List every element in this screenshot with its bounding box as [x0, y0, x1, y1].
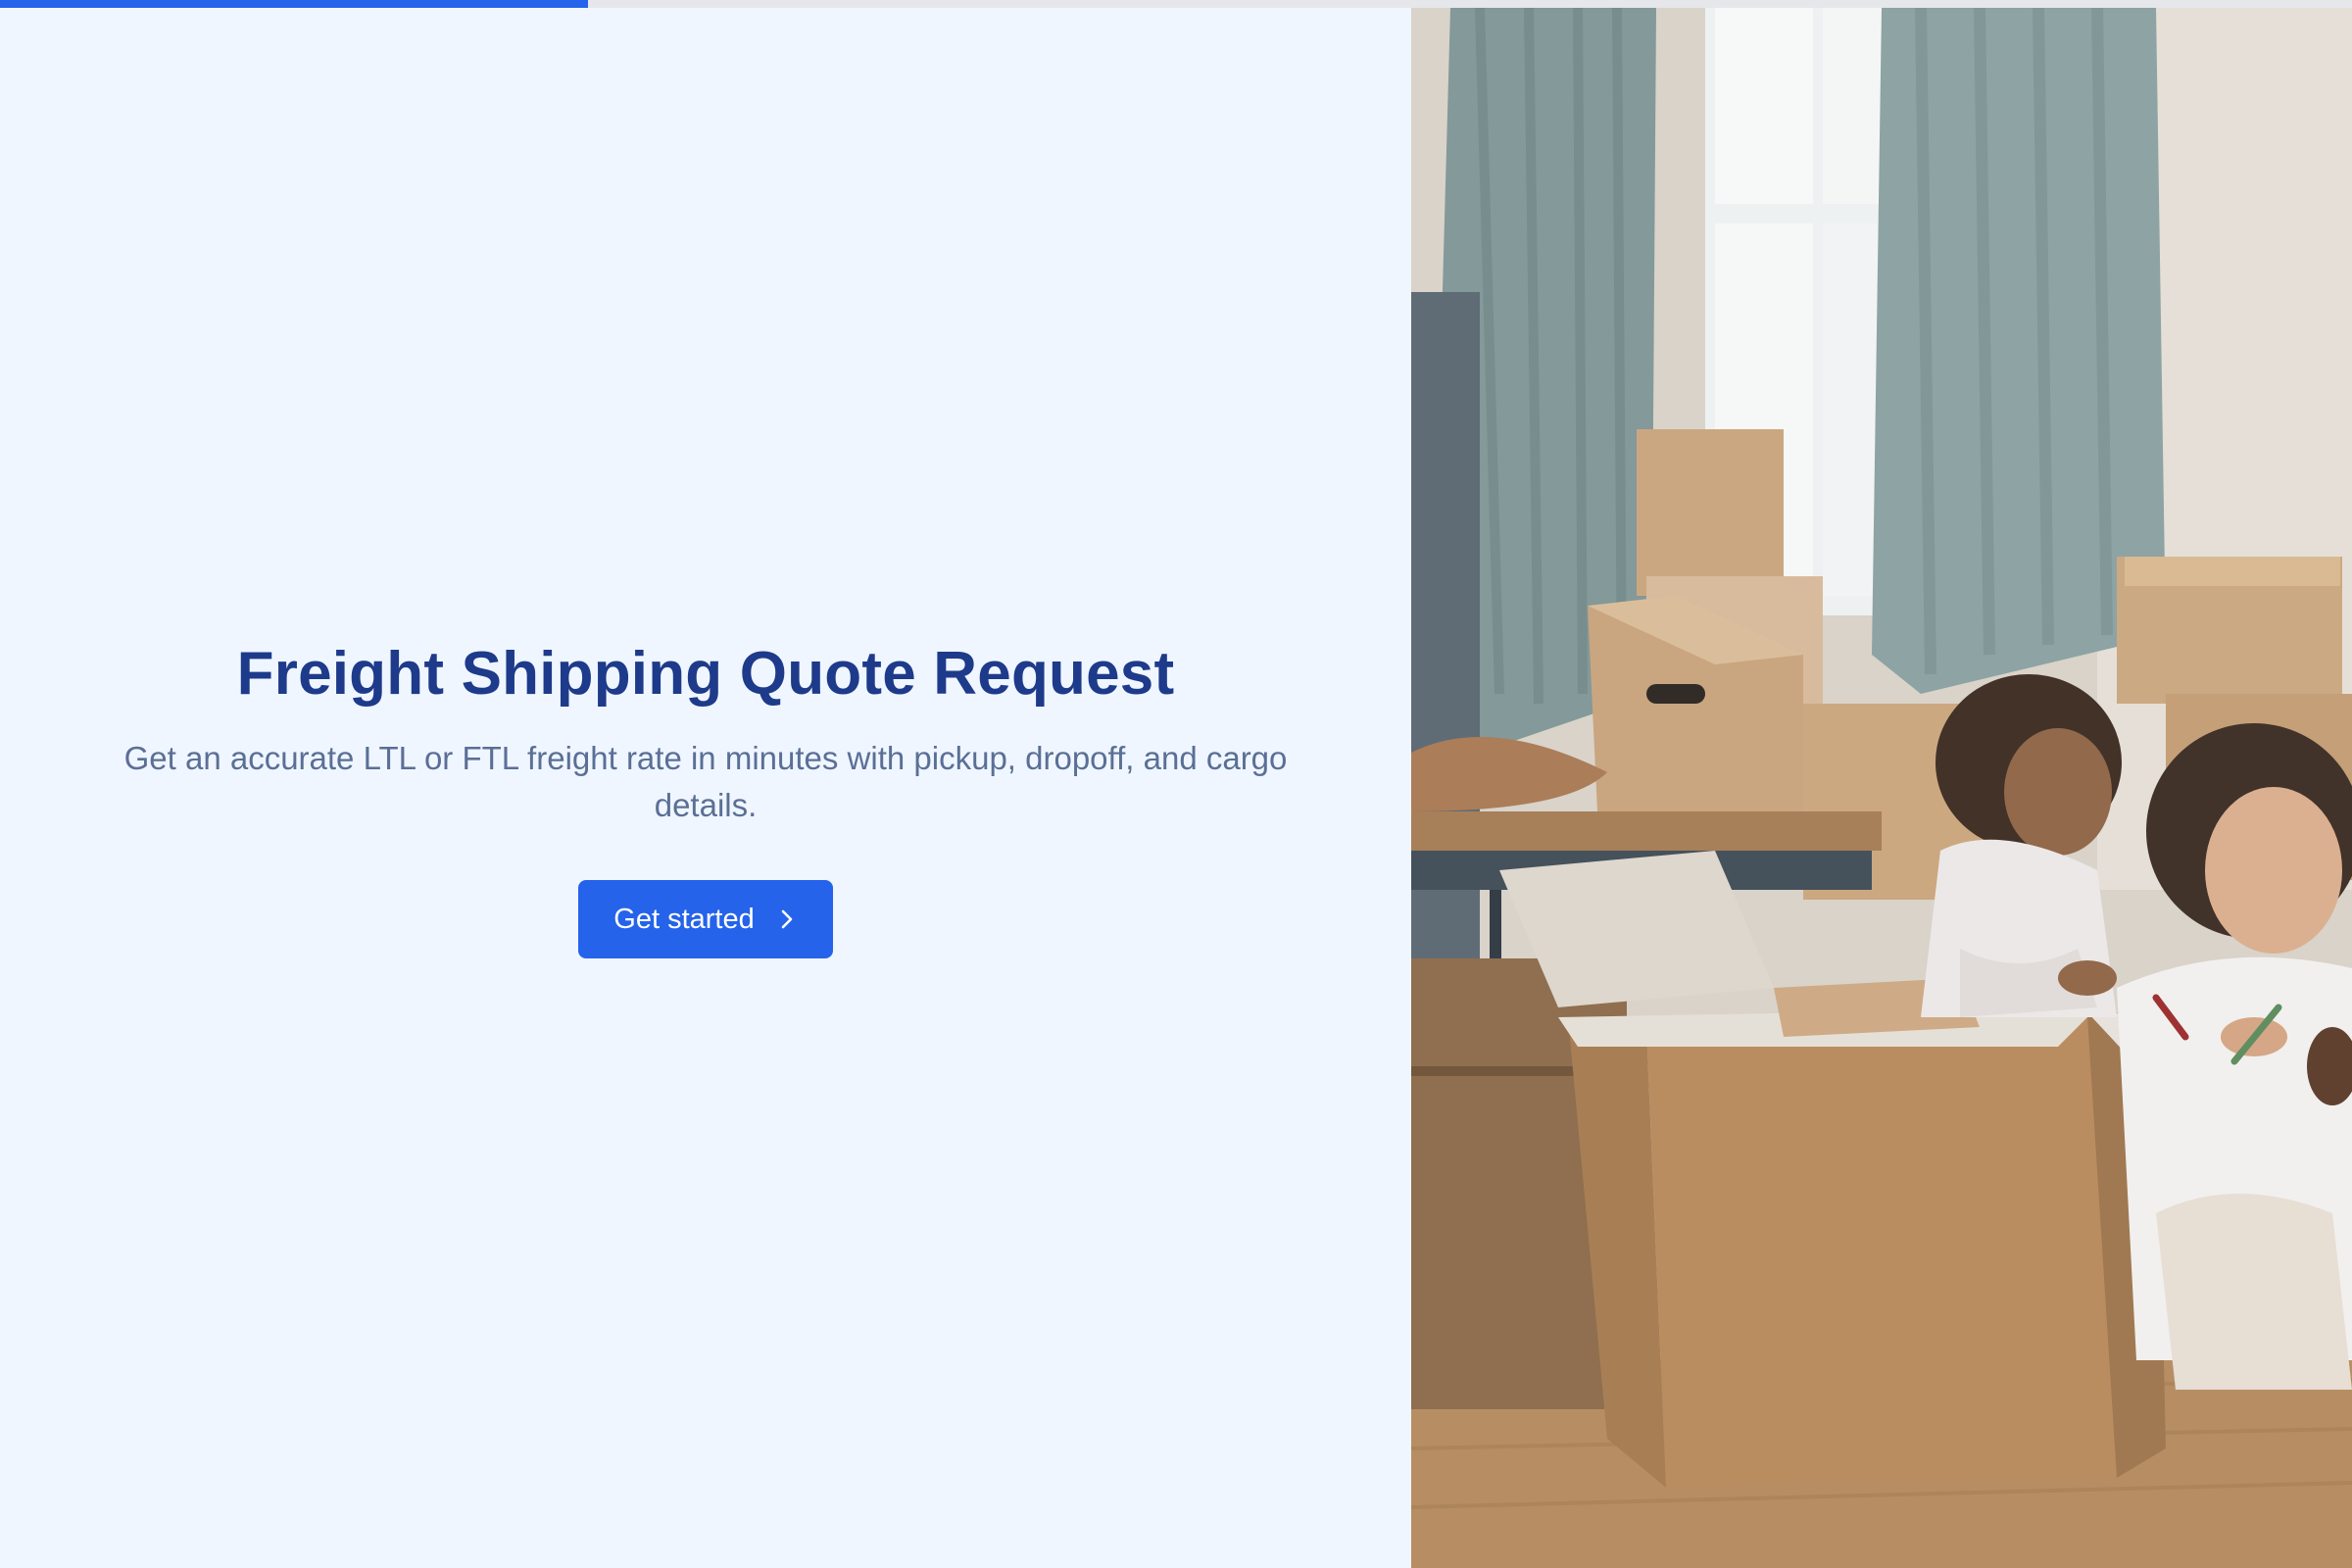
- progress-bar: [0, 0, 2352, 8]
- page-title: Freight Shipping Quote Request: [236, 640, 1175, 708]
- intro-panel: Freight Shipping Quote Request Get an ac…: [0, 8, 1411, 1568]
- page-subtitle: Get an accurate LTL or FTL freight rate …: [123, 740, 1288, 823]
- hero-photo: [1411, 8, 2352, 1568]
- chevron-right-icon: [776, 908, 798, 930]
- progress-bar-fill: [0, 0, 588, 8]
- intro-content: Freight Shipping Quote Request Get an ac…: [0, 635, 1411, 958]
- get-started-button[interactable]: Get started: [578, 880, 833, 958]
- get-started-label: Get started: [613, 903, 755, 935]
